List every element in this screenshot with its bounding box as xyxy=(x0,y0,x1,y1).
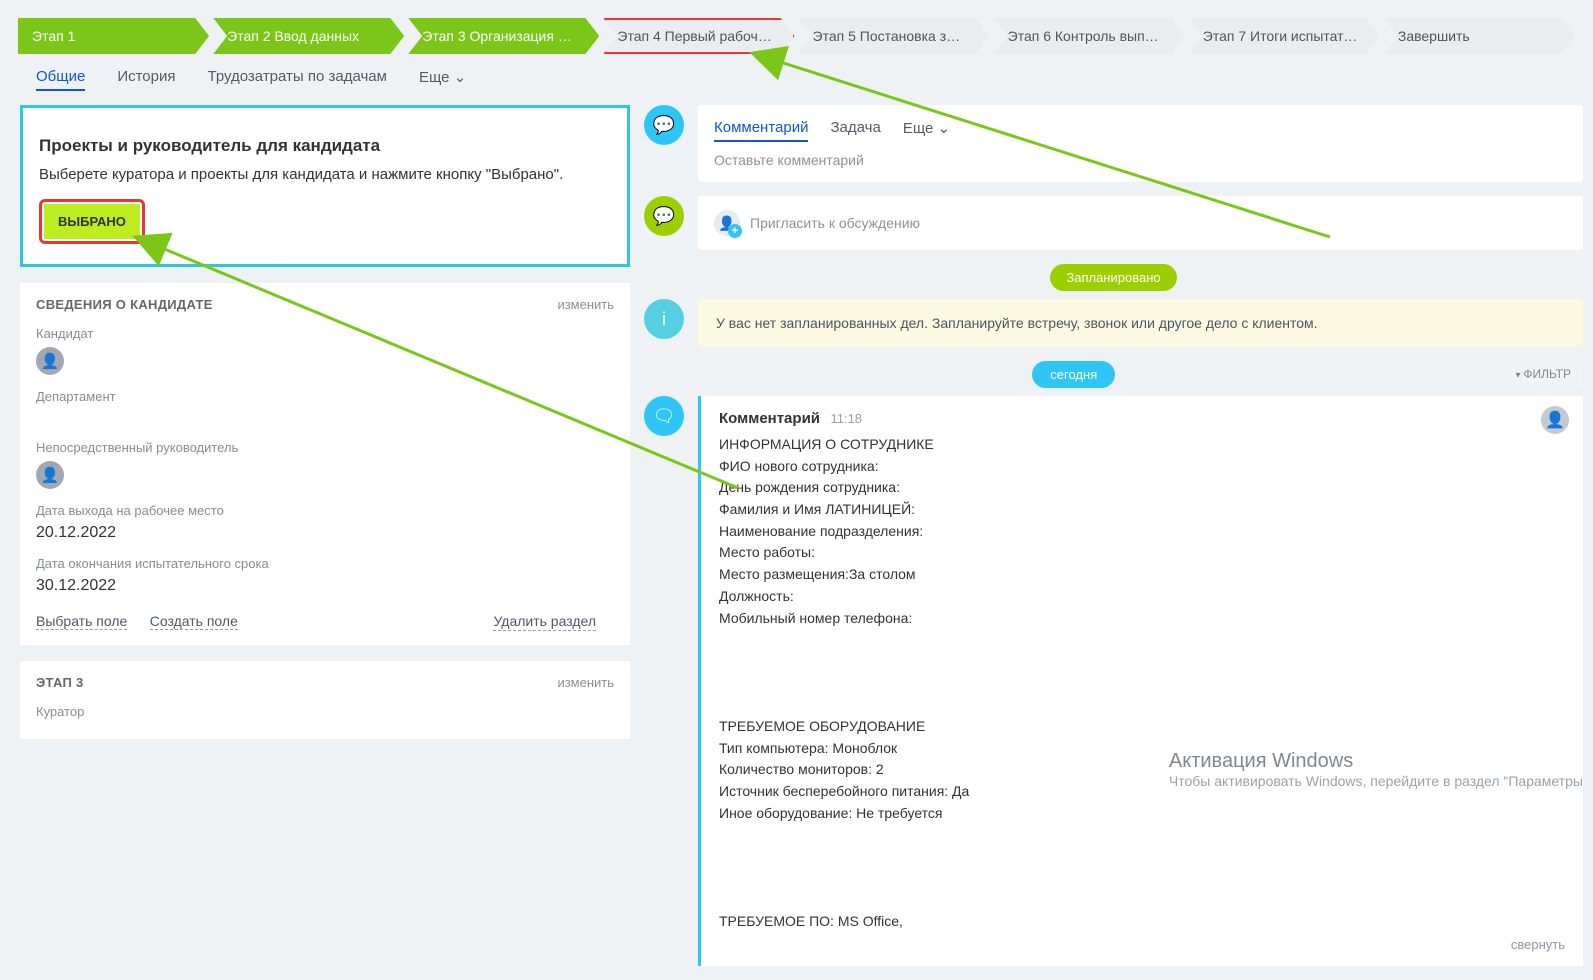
delete-section-link[interactable]: Удалить раздел xyxy=(493,613,596,631)
no-items-banner: У вас нет запланированных дел. Запланиру… xyxy=(698,299,1583,347)
comment-entry: Комментарий 11:18 👤 ИНФОРМАЦИЯ О СОТРУДН… xyxy=(698,396,1583,966)
comment-icon: 💬 xyxy=(644,105,684,145)
comment-block: Комментарий Задача Еще ⌄ Оставьте коммен… xyxy=(698,105,1583,182)
tab-labor[interactable]: Трудозатраты по задачам xyxy=(208,68,387,91)
user-icon: 👤 xyxy=(36,461,64,489)
stage-4[interactable]: Этап 4 Первый рабочий д... xyxy=(603,18,794,54)
stage-1[interactable]: Этап 1 xyxy=(18,18,209,54)
tab-history[interactable]: История xyxy=(117,68,175,91)
avatar-icon: 👤 xyxy=(1541,406,1569,434)
today-badge: сегодня xyxy=(1032,361,1115,388)
info-icon: i xyxy=(644,299,684,339)
candidate-card-title: СВЕДЕНИЯ О КАНДИДАТЕ xyxy=(36,297,213,312)
minitab-task[interactable]: Задача xyxy=(830,119,880,142)
selected-button-highlight: ВЫБРАНО xyxy=(39,199,145,244)
field-curator-label: Куратор xyxy=(36,704,614,719)
collapse-link[interactable]: свернуть xyxy=(719,937,1565,952)
field-enddate-label: Дата окончания испытательного срока xyxy=(36,556,614,571)
stage-2[interactable]: Этап 2 Ввод данных xyxy=(213,18,404,54)
stage3-card: ЭТАП 3 изменить Куратор xyxy=(20,661,630,739)
field-startdate-value: 20.12.2022 xyxy=(36,524,614,542)
minitab-comment[interactable]: Комментарий xyxy=(714,119,808,142)
stage3-change-link[interactable]: изменить xyxy=(557,675,614,690)
today-row: сегодня ФИЛЬТР xyxy=(644,361,1583,388)
filter-button[interactable]: ФИЛЬТР xyxy=(1504,361,1583,387)
windows-activation-watermark: Активация Windows Чтобы активировать Win… xyxy=(1169,750,1583,789)
highlight-card: Проекты и руководитель для кандидата Выб… xyxy=(20,105,630,267)
field-candidate-value[interactable]: 👤 xyxy=(36,347,614,375)
candidate-change-link[interactable]: изменить xyxy=(557,297,614,312)
field-startdate-label: Дата выхода на рабочее место xyxy=(36,503,614,518)
highlight-desc: Выберете куратора и проекты для кандидат… xyxy=(39,166,611,183)
select-field-link[interactable]: Выбрать поле xyxy=(36,613,127,630)
comment-time: 11:18 xyxy=(830,411,862,426)
tab-more[interactable]: Еще ⌄ xyxy=(419,68,466,91)
minitab-more[interactable]: Еще ⌄ xyxy=(903,119,950,142)
field-enddate-value: 30.12.2022 xyxy=(36,577,614,595)
user-icon: 👤 xyxy=(36,347,64,375)
stage-3[interactable]: Этап 3 Организация рабо... xyxy=(408,18,599,54)
stage-bar: Этап 1 Этап 2 Ввод данных Этап 3 Организ… xyxy=(0,0,1593,64)
message-icon: 🗨 xyxy=(644,396,684,436)
stage-6[interactable]: Этап 6 Контроль выполне... xyxy=(994,18,1185,54)
create-field-link[interactable]: Создать поле xyxy=(150,613,238,630)
planned-badge-row: Запланировано xyxy=(644,264,1583,291)
stage-7[interactable]: Этап 7 Итоги испытатель... xyxy=(1189,18,1380,54)
add-user-icon: 👤 xyxy=(714,210,740,236)
stage-5[interactable]: Этап 5 Постановка задачи xyxy=(799,18,990,54)
stage3-title: ЭТАП 3 xyxy=(36,675,84,690)
invite-text: Пригласить к обсуждению xyxy=(750,215,920,231)
subtabs: Общие История Трудозатраты по задачам Ещ… xyxy=(0,64,1593,105)
invite-block[interactable]: 👤 Пригласить к обсуждению xyxy=(698,196,1583,250)
field-supervisor-label: Непосредственный руководитель xyxy=(36,440,614,455)
selected-button[interactable]: ВЫБРАНО xyxy=(44,204,140,239)
field-supervisor-value[interactable]: 👤 xyxy=(36,461,614,489)
field-candidate-label: Кандидат xyxy=(36,326,614,341)
candidate-card: СВЕДЕНИЯ О КАНДИДАТЕ изменить Кандидат 👤… xyxy=(20,283,630,645)
tab-general[interactable]: Общие xyxy=(36,68,85,91)
stage-finish[interactable]: Завершить xyxy=(1384,18,1575,54)
highlight-title: Проекты и руководитель для кандидата xyxy=(39,136,611,156)
discuss-icon: 💬 xyxy=(644,196,684,236)
field-department-label: Департамент xyxy=(36,389,614,404)
comment-input[interactable]: Оставьте комментарий xyxy=(714,152,1567,168)
comment-body: ИНФОРМАЦИЯ О СОТРУДНИКЕФИО нового сотруд… xyxy=(719,434,1565,933)
comment-title: Комментарий xyxy=(719,410,820,427)
planned-badge: Запланировано xyxy=(1050,264,1176,291)
